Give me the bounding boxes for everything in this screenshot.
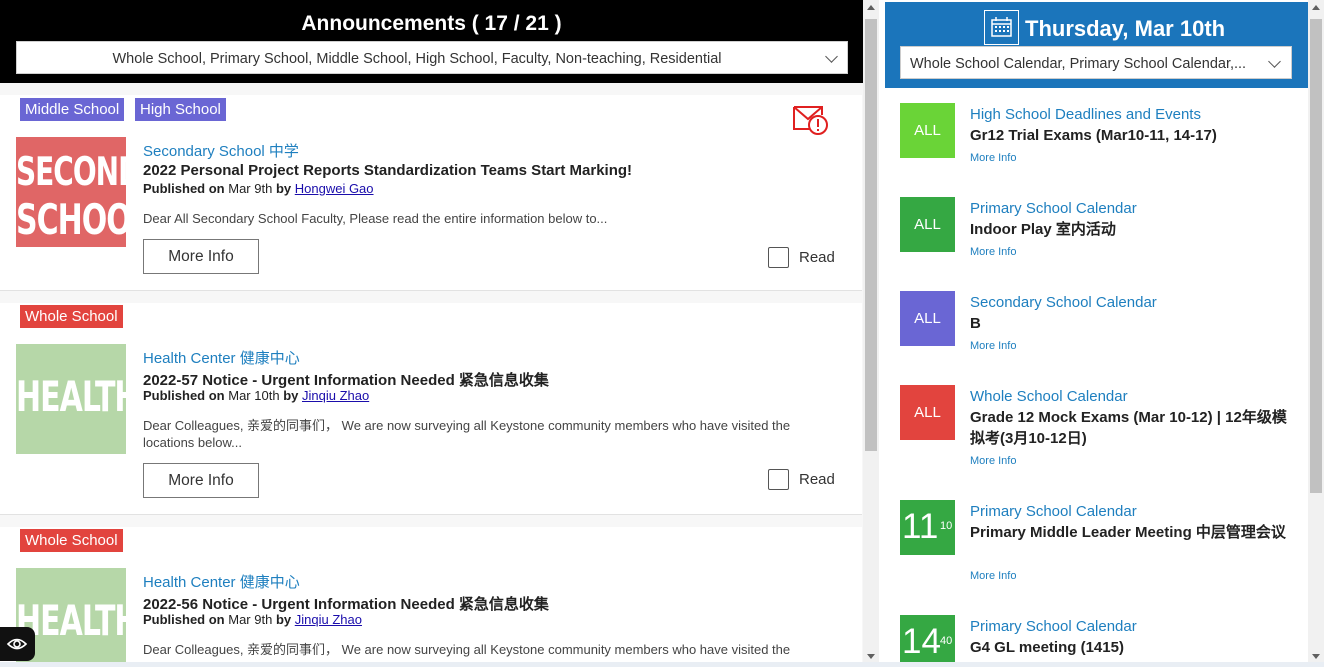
scroll-down-icon[interactable] (1312, 654, 1320, 659)
eye-icon[interactable] (0, 627, 35, 661)
event-title: Primary Middle Leader Meeting 中层管理会议 (970, 524, 1286, 541)
calendar-filter-value: Whole School Calendar, Primary School Ca… (910, 56, 1247, 72)
scrollbar-thumb[interactable] (865, 19, 877, 451)
announcements-scrollbar[interactable] (863, 0, 879, 667)
tag-whole-school: Whole School (20, 305, 123, 328)
announcement-card: Whole School HEALTH Health Center 健康中心 2… (0, 527, 862, 667)
event-title: Gr12 Trial Exams (Mar10-11, 14-17) (970, 127, 1217, 144)
event-more-info-link[interactable]: More Info (970, 455, 1016, 467)
card-separator (0, 291, 862, 303)
announcement-excerpt: Dear Colleagues, 亲爱的同事们， We are now surv… (143, 642, 791, 657)
tag-middle-school: Middle School (20, 98, 125, 121)
more-info-button[interactable]: More Info (143, 239, 259, 274)
scroll-down-icon[interactable] (867, 654, 875, 659)
announcement-title: 2022 Personal Project Reports Standardiz… (143, 162, 633, 179)
read-label: Read (799, 471, 835, 488)
event-title: Grade 12 Mock Exams (Mar 10-12) | 12年级模拟… (970, 409, 1287, 447)
mail-alert-icon[interactable] (792, 103, 830, 135)
event-calendar-name[interactable]: Whole School Calendar (970, 388, 1128, 405)
event-title: G4 GL meeting (1415) (970, 639, 1124, 656)
scroll-up-icon[interactable] (1312, 5, 1320, 10)
event-more-info-link[interactable]: More Info (970, 340, 1016, 352)
read-label: Read (799, 249, 835, 266)
announcement-source[interactable]: Health Center 健康中心 (143, 347, 300, 368)
read-checkbox[interactable] (768, 247, 789, 268)
scrollbar-thumb[interactable] (1310, 19, 1322, 493)
event-badge: ALL (900, 103, 955, 158)
calendar-pane: Thursday, Mar 10th Whole School Calendar… (879, 0, 1324, 667)
event-badge: ALL (900, 197, 955, 252)
author-link[interactable]: Jinqiu Zhao (302, 388, 369, 403)
event-title: B (970, 315, 981, 332)
tag-high-school: High School (135, 98, 226, 121)
more-info-button[interactable]: More Info (143, 463, 259, 498)
tag-whole-school: Whole School (20, 529, 123, 552)
event-calendar-name[interactable]: High School Deadlines and Events (970, 106, 1201, 123)
event-more-info-link[interactable]: More Info (970, 246, 1016, 258)
calendar-icon[interactable] (984, 10, 1019, 45)
announcement-published: Published on Mar 10th by Jinqiu Zhao (143, 388, 370, 403)
calendar-scrollbar[interactable] (1308, 0, 1324, 667)
card-separator (0, 515, 862, 527)
announcements-header: Announcements ( 17 / 21 ) Whole School, … (0, 0, 863, 83)
announcement-excerpt: Dear Colleagues, 亲爱的同事们， We are now surv… (143, 418, 791, 450)
announcements-pane: Announcements ( 17 / 21 ) Whole School, … (0, 0, 879, 667)
calendar-filter-select[interactable]: Whole School Calendar, Primary School Ca… (900, 46, 1292, 79)
event-badge: ALL (900, 385, 955, 440)
announcement-title: 2022-57 Notice - Urgent Information Need… (143, 372, 549, 389)
event-time-badge: 14 40 (900, 615, 955, 667)
event-calendar-name[interactable]: Secondary School Calendar (970, 294, 1157, 311)
calendar-header: Thursday, Mar 10th Whole School Calendar… (885, 2, 1309, 88)
event-title: Indoor Play 室内活动 (970, 221, 1116, 238)
announcement-card: Middle School High School SECONDARY SCHO… (0, 95, 862, 291)
announcement-excerpt: Dear All Secondary School Faculty, Pleas… (143, 211, 608, 226)
event-calendar-name[interactable]: Primary School Calendar (970, 200, 1137, 217)
announcement-source[interactable]: Secondary School 中学 (143, 140, 299, 161)
event-more-info-link[interactable]: More Info (970, 152, 1016, 164)
announcements-title: Announcements ( 17 / 21 ) (301, 12, 562, 35)
announcement-source[interactable]: Health Center 健康中心 (143, 571, 300, 592)
announcements-filter-value: Whole School, Primary School, Middle Sch… (112, 51, 722, 67)
announcements-filter-select[interactable]: Whole School, Primary School, Middle Sch… (16, 41, 848, 74)
announcement-title: 2022-56 Notice - Urgent Information Need… (143, 596, 549, 613)
event-calendar-name[interactable]: Primary School Calendar (970, 503, 1137, 520)
calendar-date-title: Thursday, Mar 10th (1025, 16, 1226, 41)
thumbnail-health: HEALTH (16, 344, 126, 454)
announcement-published: Published on Mar 9th by Jinqiu Zhao (143, 612, 362, 627)
chevron-down-icon (1268, 55, 1281, 68)
chevron-down-icon (825, 50, 838, 63)
author-link[interactable]: Hongwei Gao (295, 181, 374, 196)
announcement-card: Whole School HEALTH Health Center 健康中心 2… (0, 303, 862, 515)
event-badge: ALL (900, 291, 955, 346)
announcement-published: Published on Mar 9th by Hongwei Gao (143, 181, 374, 196)
scroll-up-icon[interactable] (867, 5, 875, 10)
read-checkbox[interactable] (768, 469, 789, 490)
event-calendar-name[interactable]: Primary School Calendar (970, 618, 1137, 635)
event-more-info-link[interactable]: More Info (970, 570, 1016, 582)
author-link[interactable]: Jinqiu Zhao (295, 612, 362, 627)
bottom-strip (0, 662, 1324, 667)
app-root: Announcements ( 17 / 21 ) Whole School, … (0, 0, 1324, 667)
thumbnail-secondary-school: SECONDARY SCHOOL (16, 137, 126, 247)
event-time-badge: 11 10 (900, 500, 955, 555)
